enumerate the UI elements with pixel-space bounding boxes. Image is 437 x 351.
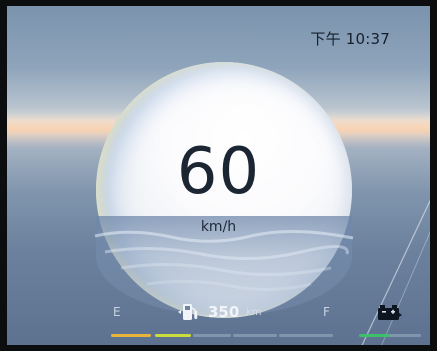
fuel-range-unit: km	[246, 307, 262, 318]
speed-value: 60	[176, 135, 261, 209]
fuel-level-segment	[193, 334, 231, 337]
battery-icon	[378, 305, 402, 320]
fuel-empty-label: E	[113, 305, 121, 319]
fuel-level-segment	[111, 334, 151, 337]
instrument-cluster-screen: 下午 10:37 60 km/h E 350 km F	[7, 6, 430, 345]
fuel-pump-icon	[178, 304, 198, 320]
speed-unit: km/h	[200, 219, 237, 235]
fuel-level-segment	[233, 334, 277, 337]
dashboard-frame: 下午 10:37 60 km/h E 350 km F	[0, 0, 437, 351]
fuel-range-value: 350	[208, 303, 240, 321]
clock-time: 下午 10:37	[310, 30, 390, 48]
battery-indicator-bar	[359, 334, 421, 337]
fuel-level-segment	[279, 334, 333, 337]
fuel-gauge-bar: E 350 km F	[7, 301, 430, 341]
fuel-full-label: F	[323, 305, 330, 319]
fuel-level-segment	[155, 334, 191, 337]
